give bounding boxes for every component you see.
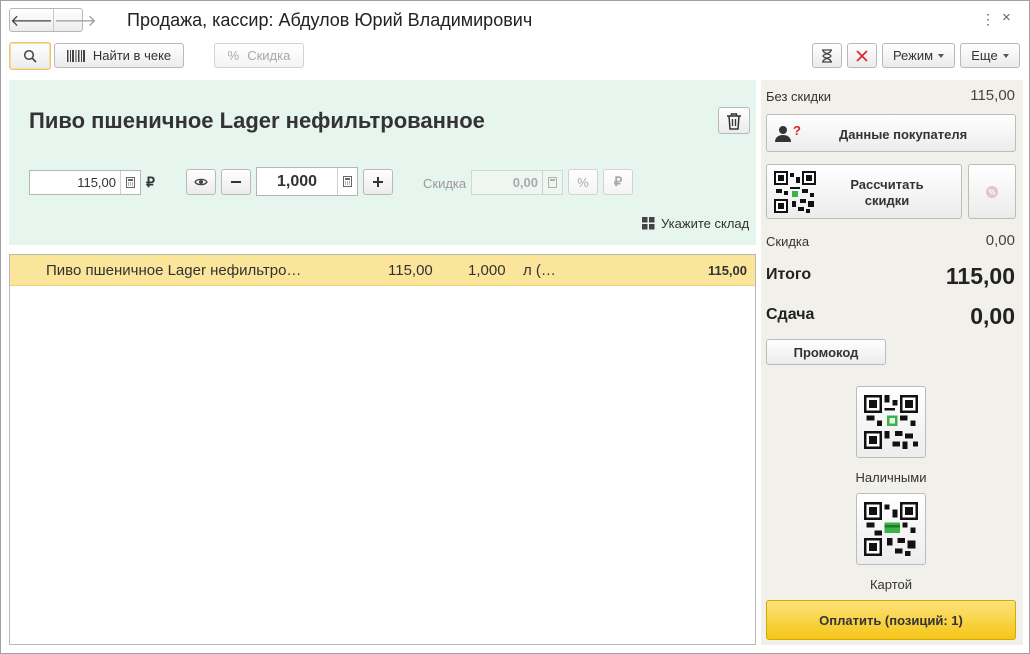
- summary-panel: Без скидки 115,00 ? Данные покупателя Ра…: [761, 80, 1023, 645]
- deferred-receipt-button[interactable]: [812, 43, 842, 68]
- increase-quantity-button[interactable]: [363, 169, 393, 195]
- calculator-icon: [542, 171, 562, 194]
- current-product-panel: Пиво пшеничное Lager нефильтрованное 115…: [9, 80, 756, 245]
- item-discount-field: 0,00: [471, 170, 563, 195]
- delete-item-button[interactable]: [718, 107, 750, 134]
- pay-card-button[interactable]: [856, 493, 926, 565]
- qr-card-icon: [864, 502, 918, 556]
- change-value: 0,00: [970, 303, 1015, 329]
- row-sum: 115,00: [707, 263, 747, 278]
- discount-percent-button[interactable]: %: [568, 169, 598, 195]
- svg-text:%: %: [988, 188, 995, 197]
- find-in-receipt-button[interactable]: Найти в чеке: [54, 43, 184, 68]
- find-in-receipt-label: Найти в чеке: [92, 48, 172, 63]
- price-value: 115,00: [77, 175, 116, 190]
- discount-amount-button[interactable]: ₽: [603, 169, 633, 195]
- pay-card-label: Картой: [869, 577, 913, 592]
- no-discount-label: Без скидки: [766, 89, 832, 104]
- pay-cash-label: Наличными: [855, 470, 927, 485]
- item-discount-value: 0,00: [512, 175, 538, 190]
- customer-unknown-icon: ?: [775, 124, 801, 142]
- discount-badge-icon: %: [986, 185, 998, 198]
- promo-code-label: Промокод: [793, 344, 859, 360]
- toolbar-discount-button[interactable]: % Скидка: [214, 43, 304, 68]
- view-button[interactable]: [186, 169, 216, 195]
- qr-code-icon: [774, 171, 816, 213]
- navigation-group: 🡐 🡒: [9, 8, 97, 32]
- warehouse-grid-icon: [642, 217, 655, 230]
- chevron-down-icon: [1002, 53, 1009, 58]
- calculate-discounts-label: Рассчитать скидки: [829, 177, 945, 209]
- back-button[interactable]: 🡐: [10, 9, 53, 31]
- more-dropdown-button[interactable]: Еще: [960, 43, 1020, 68]
- calculate-discounts-label-line2: скидки: [864, 193, 910, 208]
- calculate-discounts-label-line1: Рассчитать: [850, 177, 924, 192]
- discount-info-button[interactable]: %: [968, 164, 1016, 219]
- decrease-quantity-button[interactable]: [221, 169, 251, 195]
- sale-window: 🡐 🡒 Продажа, кассир: Абдулов Юрий Владим…: [0, 0, 1030, 654]
- table-row[interactable]: Пиво пшеничное Lager нефильтро… 115,00 1…: [10, 255, 755, 286]
- qr-cash-icon: [864, 395, 918, 449]
- search-icon: [23, 49, 37, 63]
- window-title: Продажа, кассир: Абдулов Юрий Владимиров…: [127, 10, 533, 30]
- hourglass-icon: [822, 48, 832, 63]
- more-actions-icon[interactable]: ⋮: [981, 11, 995, 28]
- plus-icon: [373, 177, 383, 187]
- row-unit: л (…: [523, 262, 556, 279]
- mode-dropdown-button[interactable]: Режим: [882, 43, 955, 68]
- svg-text:?: ?: [793, 124, 801, 138]
- arrow-left-icon: 🡐: [10, 12, 53, 30]
- mode-label: Режим: [892, 48, 934, 63]
- barcode-icon: [66, 49, 85, 62]
- arrow-right-icon: 🡒: [53, 12, 97, 30]
- total-value: 115,00: [945, 263, 1015, 289]
- more-label: Еще: [971, 48, 998, 63]
- row-price: 115,00: [388, 262, 433, 279]
- trash-icon: [727, 112, 741, 130]
- percent-icon: %: [577, 174, 589, 190]
- eye-icon: [194, 178, 208, 186]
- ruble-icon: ₽: [613, 174, 623, 189]
- pay-cash-button[interactable]: [856, 386, 926, 458]
- change-label: Сдача: [766, 306, 815, 323]
- cancel-x-icon: [856, 49, 868, 62]
- minus-icon: [231, 181, 241, 183]
- chevron-down-icon: [938, 53, 945, 58]
- receipt-table: Пиво пшеничное Lager нефильтро… 115,00 1…: [9, 254, 756, 645]
- calculate-discounts-button[interactable]: Рассчитать скидки: [766, 164, 962, 219]
- discount-label: Скидка: [766, 234, 810, 249]
- quantity-field[interactable]: 1,000: [256, 167, 358, 196]
- customer-data-button[interactable]: ? Данные покупателя: [766, 114, 1016, 152]
- customer-data-label: Данные покупателя: [839, 127, 968, 142]
- promo-code-button[interactable]: Промокод: [766, 339, 886, 365]
- price-field[interactable]: 115,00: [29, 170, 141, 195]
- item-discount-label: Скидка: [423, 176, 467, 191]
- pay-button-label: Оплатить (позиций: 1): [819, 612, 963, 628]
- row-quantity: 1,000: [468, 262, 506, 279]
- warehouse-label: Укажите склад: [661, 216, 750, 231]
- no-discount-value: 115,00: [970, 87, 1015, 104]
- calculator-icon[interactable]: [120, 171, 140, 194]
- forward-button[interactable]: 🡒: [52, 9, 97, 31]
- close-window-icon[interactable]: ×: [1002, 9, 1011, 26]
- search-button[interactable]: [9, 42, 51, 70]
- calculator-icon[interactable]: [337, 168, 357, 195]
- product-name: Пиво пшеничное Lager нефильтрованное: [29, 108, 485, 133]
- percent-icon: %: [227, 48, 240, 63]
- row-product-name: Пиво пшеничное Lager нефильтро…: [46, 262, 302, 279]
- total-label: Итого: [766, 266, 812, 283]
- discount-value: 0,00: [985, 232, 1015, 249]
- toolbar-discount-label: Скидка: [247, 48, 291, 63]
- warehouse-link[interactable]: Укажите склад: [642, 216, 749, 231]
- currency-symbol: ₽: [146, 174, 155, 190]
- pay-button[interactable]: Оплатить (позиций: 1): [766, 600, 1016, 640]
- quantity-value: 1,000: [276, 172, 318, 190]
- cancel-receipt-button[interactable]: [847, 43, 877, 68]
